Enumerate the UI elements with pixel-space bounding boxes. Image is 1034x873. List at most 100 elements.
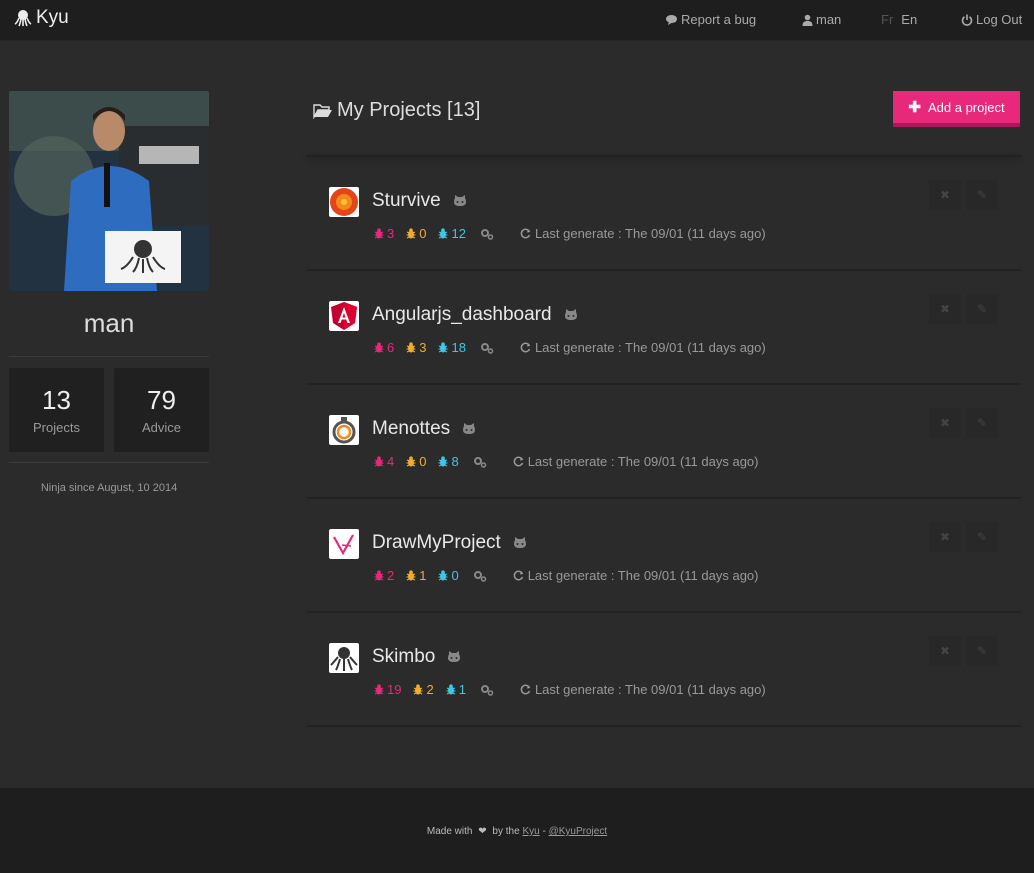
gears-icon[interactable]: [480, 342, 494, 354]
pencil-icon: ✎: [976, 416, 988, 430]
minor-bugs[interactable]: 0: [438, 568, 459, 583]
critical-bugs[interactable]: 3: [374, 226, 394, 241]
github-icon[interactable]: [453, 195, 467, 207]
major-bugs[interactable]: 0: [406, 226, 426, 241]
lang-fr-link[interactable]: Fr: [881, 12, 893, 27]
close-icon: ✖: [939, 188, 951, 202]
gears-icon[interactable]: [473, 456, 487, 468]
minor-bugs[interactable]: 12: [438, 226, 466, 241]
major-bugs[interactable]: 1: [406, 568, 426, 583]
kyuproject-link[interactable]: @KyuProject: [549, 826, 608, 837]
critical-bugs[interactable]: 2: [374, 568, 394, 583]
project-metrics: 4 0 8 Last generate : The 09/01 (11 days…: [374, 454, 759, 469]
critical-bugs-count: 3: [387, 226, 395, 241]
project-metrics: 19 2 1 Last generate : The 09/01 (11 day…: [374, 682, 766, 697]
minor-bugs-count: 12: [451, 226, 466, 241]
delete-project-button[interactable]: ✖: [929, 408, 961, 438]
critical-bugs-count: 2: [387, 568, 395, 583]
edit-project-button[interactable]: ✎: [966, 294, 998, 324]
project-name[interactable]: Sturvive: [372, 190, 467, 212]
major-bugs[interactable]: 0: [406, 454, 426, 469]
bug-icon: [374, 342, 384, 353]
bug-icon: [374, 456, 384, 467]
language-switch: Fr En: [881, 12, 917, 27]
close-icon: ✖: [939, 644, 951, 658]
project-logo-skimbo[interactable]: [329, 643, 359, 673]
project-name-text[interactable]: Menottes: [372, 418, 450, 440]
critical-bugs[interactable]: 6: [374, 340, 394, 355]
report-bug-link[interactable]: Report a bug: [665, 12, 756, 27]
critical-bugs[interactable]: 4: [374, 454, 394, 469]
project-name-text[interactable]: Sturvive: [372, 190, 441, 212]
github-icon[interactable]: [564, 309, 578, 321]
edit-project-button[interactable]: ✎: [966, 408, 998, 438]
minor-bugs-count: 18: [451, 340, 466, 355]
delete-project-button[interactable]: ✖: [929, 180, 961, 210]
project-logo-angularjs[interactable]: [329, 301, 359, 331]
edit-project-button[interactable]: ✎: [966, 180, 998, 210]
refresh-icon: [520, 342, 531, 353]
user-icon: [802, 14, 813, 26]
last-generate: Last generate : The 09/01 (11 days ago): [513, 568, 759, 583]
gears-icon[interactable]: [473, 570, 487, 582]
gears-icon[interactable]: [480, 684, 494, 696]
project-metrics: 6 3 18 Last generate : The 09/01 (11 day…: [374, 340, 766, 355]
lang-en-link[interactable]: En: [901, 12, 917, 27]
bug-icon: [413, 684, 423, 695]
edit-project-button[interactable]: ✎: [966, 636, 998, 666]
last-generate: Last generate : The 09/01 (11 days ago): [520, 226, 766, 241]
user-menu-link[interactable]: man: [802, 12, 841, 27]
top-navbar: Kyu Report a bug man Fr En Log Out: [0, 0, 1034, 41]
project-name-text[interactable]: Angularjs_dashboard: [372, 304, 552, 326]
minor-bugs[interactable]: 18: [438, 340, 466, 355]
refresh-icon: [520, 684, 531, 695]
add-project-button[interactable]: ✚ Add a project: [893, 91, 1020, 127]
project-name-text[interactable]: DrawMyProject: [372, 532, 501, 554]
gears-icon[interactable]: [480, 228, 494, 240]
projects-count: 13: [42, 385, 71, 415]
project-name[interactable]: Menottes: [372, 418, 476, 440]
major-bugs[interactable]: 2: [413, 682, 434, 697]
bug-icon: [406, 228, 416, 239]
project-row: DrawMyProject 2 1 0 Last generate : The …: [307, 499, 1021, 613]
profile-photo: [9, 91, 209, 291]
project-logo-drawmyproject[interactable]: [329, 529, 359, 559]
delete-project-button[interactable]: ✖: [929, 294, 961, 324]
minor-bugs[interactable]: 8: [438, 454, 459, 469]
advice-count: 79: [147, 385, 176, 415]
minor-bugs-count: 0: [451, 568, 459, 583]
project-name-text[interactable]: Skimbo: [372, 646, 435, 668]
pencil-icon: ✎: [976, 188, 988, 202]
kyu-link[interactable]: Kyu: [522, 826, 539, 837]
refresh-icon: [513, 570, 523, 581]
refresh-icon: [520, 228, 531, 239]
github-icon[interactable]: [447, 651, 461, 663]
advice-stat: 79 Advice: [114, 368, 209, 452]
brand-link[interactable]: Kyu: [14, 7, 69, 29]
report-bug-label: Report a bug: [681, 12, 757, 27]
critical-bugs-count: 19: [387, 682, 402, 697]
github-icon[interactable]: [513, 537, 527, 549]
bug-icon: [438, 342, 448, 353]
major-bugs[interactable]: 3: [406, 340, 426, 355]
edit-project-button[interactable]: ✎: [966, 522, 998, 552]
made-with-text: Made with: [426, 826, 473, 837]
project-name[interactable]: Skimbo: [372, 646, 461, 668]
minor-bugs[interactable]: 1: [446, 682, 466, 697]
logout-link[interactable]: Log Out: [961, 12, 1022, 27]
power-icon: [961, 14, 973, 26]
project-logo-menottes[interactable]: [329, 415, 359, 445]
bug-icon: [438, 570, 448, 581]
last-generate-text: Last generate : The 09/01 (11 days ago): [527, 568, 759, 583]
delete-project-button[interactable]: ✖: [929, 522, 961, 552]
pencil-icon: ✎: [976, 302, 988, 316]
github-icon[interactable]: [462, 423, 476, 435]
profile-username: man: [83, 308, 135, 338]
delete-project-button[interactable]: ✖: [929, 636, 961, 666]
critical-bugs[interactable]: 19: [374, 682, 401, 697]
project-logo-sturvive[interactable]: [329, 187, 359, 217]
project-row: Skimbo 19 2 1 Last generate : The 09/01 …: [307, 613, 1021, 727]
project-name[interactable]: DrawMyProject: [372, 532, 527, 554]
page-title-text: My Projects [13]: [337, 99, 481, 121]
project-name[interactable]: Angularjs_dashboard: [372, 304, 578, 326]
